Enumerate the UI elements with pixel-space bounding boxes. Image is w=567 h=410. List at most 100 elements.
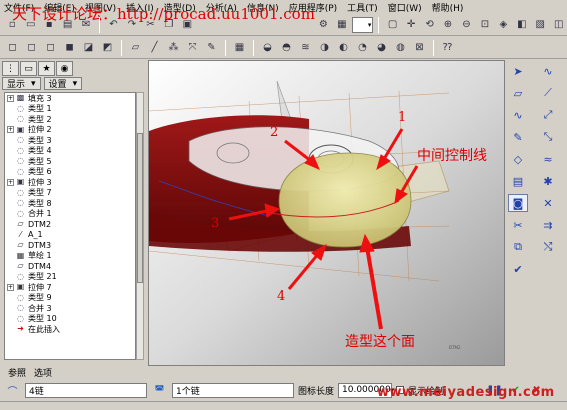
tree-item[interactable]: + ▣ 拉伸 7	[5, 282, 135, 293]
orient-icon[interactable]: ⟲	[421, 16, 437, 33]
no-hidden-icon[interactable]: ◻	[42, 39, 59, 56]
surface-edit-icon[interactable]: ◙	[508, 194, 528, 212]
menu-item[interactable]: 窗口(W)	[388, 1, 422, 14]
tree-item[interactable]: + ▣ 拉伸 2	[5, 125, 135, 136]
drop-curve-icon[interactable]: ⤡	[538, 128, 558, 146]
plane-icon[interactable]: ▱	[508, 84, 528, 102]
expand-toggle-icon[interactable]: +	[7, 126, 14, 134]
curve-icon[interactable]: ∿	[508, 106, 528, 124]
settings-menu-button[interactable]: 设置 ▾	[43, 77, 83, 90]
draft-icon[interactable]: ◐	[335, 39, 352, 56]
scrollbar-thumb[interactable]	[137, 133, 143, 283]
datum-planes-icon[interactable]: ▱	[127, 39, 144, 56]
repaint-icon[interactable]: ▢	[384, 16, 400, 33]
curve-on-surface-icon[interactable]: ∿	[538, 62, 558, 80]
folder-browser-tab-icon[interactable]: ▭	[20, 61, 37, 76]
wireframe-icon[interactable]: ◻	[4, 39, 21, 56]
open-file-icon[interactable]: ▭	[22, 16, 38, 33]
tree-item[interactable]: ◌ 类型 21	[5, 272, 135, 283]
save-icon[interactable]: ▪	[41, 16, 57, 33]
done-check-icon[interactable]: ✔	[508, 260, 528, 278]
radial-curve-icon[interactable]: ✱	[538, 172, 558, 190]
shading-icon[interactable]: ◼	[61, 39, 78, 56]
menu-item[interactable]: 工具(T)	[347, 1, 378, 14]
regenerate-icon[interactable]: ⚙	[315, 16, 331, 33]
tree-item[interactable]: ▱ DTM4	[5, 261, 135, 272]
tree-item[interactable]: ◌ 类型 1	[5, 104, 135, 115]
hidden-line-icon[interactable]: ◻	[23, 39, 40, 56]
menu-item[interactable]: 帮助(H)	[432, 1, 464, 14]
tree-item[interactable]: ◌ 类型 6	[5, 167, 135, 178]
surface-collector-icon[interactable]: ◚	[151, 382, 168, 399]
curvature-icon[interactable]: ◓	[278, 39, 295, 56]
grid-icon[interactable]: ▦	[231, 39, 248, 56]
render-icon[interactable]: ◩	[99, 39, 116, 56]
zoom-in-icon[interactable]: ⊕	[440, 16, 456, 33]
tree-scrollbar[interactable]	[136, 92, 144, 360]
tree-item[interactable]: ◌ 类型 9	[5, 293, 135, 304]
section-icon[interactable]: ◕	[373, 39, 390, 56]
shade-icon[interactable]: ◑	[316, 39, 333, 56]
curve-from-surface-icon[interactable]: ≈	[538, 150, 558, 168]
tree-item[interactable]: + ▣ 拉伸 3	[5, 177, 135, 188]
display-menu-button[interactable]: 显示 ▾	[2, 77, 41, 90]
spin-center-icon[interactable]: ✛	[403, 16, 419, 33]
redo-icon[interactable]: ↷	[124, 16, 140, 33]
projected-curve-icon[interactable]: ⤢	[538, 106, 558, 124]
tree-item[interactable]: ▱ DTM2	[5, 219, 135, 230]
tree-item[interactable]: + ▩ 填充 3	[5, 93, 135, 104]
chain-count-field[interactable]: 1个链	[172, 382, 294, 398]
expand-toggle-icon[interactable]: +	[7, 283, 14, 291]
surface-icon[interactable]: ◇	[508, 150, 528, 168]
model-tree-tab-icon[interactable]: ⋮	[2, 61, 19, 76]
surface-analysis-icon[interactable]: ◒	[259, 39, 276, 56]
tree-item[interactable]: ◌ 类型 5	[5, 156, 135, 167]
trim-icon[interactable]: ✂	[508, 216, 528, 234]
model-viewport[interactable]: 1 2 3 4 中间控制线 造型这个面 DTM2	[148, 60, 505, 366]
print-icon[interactable]: ▤	[59, 16, 75, 33]
move-curve-icon[interactable]: ⤭	[538, 238, 558, 256]
offset-curve-icon[interactable]: ⟋	[538, 84, 558, 102]
saved-views-icon[interactable]: ◧	[514, 16, 530, 33]
select-arrow-icon[interactable]: ➤	[508, 62, 528, 80]
datum-points-icon[interactable]: ⁂	[165, 39, 182, 56]
slope-icon[interactable]: ◔	[354, 39, 371, 56]
tree-item[interactable]: ◌ 类型 4	[5, 146, 135, 157]
chain-collector-field[interactable]: 4链	[25, 382, 147, 398]
tree-item[interactable]: ⁄ A_1	[5, 230, 135, 241]
connect-icon[interactable]: ⧉	[508, 238, 528, 256]
intersect-curve-icon[interactable]: ✕	[538, 194, 558, 212]
favorites-tab-icon[interactable]: ★	[38, 61, 55, 76]
tree-item[interactable]: ◌ 类型 8	[5, 198, 135, 209]
paste-icon[interactable]: ▣	[179, 16, 195, 33]
boundary-surface-icon[interactable]: ▤	[508, 172, 528, 190]
datum-axes-icon[interactable]: ╱	[146, 39, 163, 56]
annotations-icon[interactable]: ✎	[203, 39, 220, 56]
tree-item[interactable]: ➜ 在此插入	[5, 324, 135, 335]
layers-icon[interactable]: ▧	[532, 16, 548, 33]
tab-references[interactable]: 参照	[8, 366, 26, 379]
coordinate-system-icon[interactable]: ⤧	[184, 39, 201, 56]
cut-icon[interactable]: ✂	[142, 16, 158, 33]
chain-icon[interactable]: ⌒	[4, 382, 21, 399]
tree-item[interactable]: ▱ DTM3	[5, 240, 135, 251]
expand-toggle-icon[interactable]: +	[7, 94, 14, 102]
tree-item[interactable]: ◌ 类型 2	[5, 114, 135, 125]
selection-filter-dropdown[interactable]: ▾	[352, 16, 374, 33]
copy-icon[interactable]: ❐	[161, 16, 177, 33]
reflection-icon[interactable]: ≋	[297, 39, 314, 56]
delete-analysis-icon[interactable]: ⊠	[411, 39, 428, 56]
new-file-icon[interactable]: ▫	[4, 16, 20, 33]
tree-item[interactable]: ◌ 类型 7	[5, 188, 135, 199]
tree-item[interactable]: ◌ 类型 10	[5, 314, 135, 325]
expand-toggle-icon[interactable]: +	[7, 178, 14, 186]
refit-icon[interactable]: ⊡	[477, 16, 493, 33]
reorient-icon[interactable]: ◈	[495, 16, 511, 33]
tree-item[interactable]: ◌ 类型 3	[5, 135, 135, 146]
web-tab-icon[interactable]: ◉	[56, 61, 73, 76]
email-icon[interactable]: ✉	[78, 16, 94, 33]
copy-curve-icon[interactable]: ⇉	[538, 216, 558, 234]
view-manager-icon[interactable]: ◫	[550, 16, 566, 33]
tree-item[interactable]: ◌ 合并 1	[5, 209, 135, 220]
curve-edit-icon[interactable]: ✎	[508, 128, 528, 146]
